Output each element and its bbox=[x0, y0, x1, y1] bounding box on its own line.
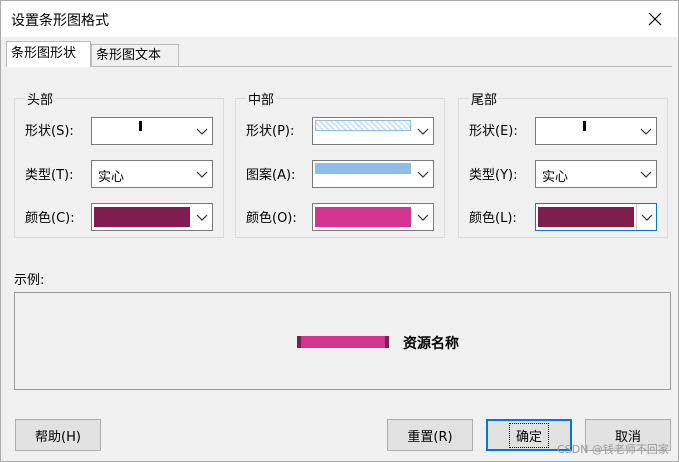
example-bar-text: 资源名称 bbox=[403, 336, 459, 352]
tail-color-dropdown-button[interactable] bbox=[636, 204, 656, 230]
tail-group: 尾部 形状(E): 类型(Y): 实心 颜色(L): bbox=[458, 89, 668, 238]
tail-group-title: 尾部 bbox=[469, 89, 500, 108]
title-bar: 设置条形图格式 bbox=[1, 1, 678, 37]
dialog-title: 设置条形图格式 bbox=[11, 13, 109, 29]
tab-panel-border bbox=[6, 66, 672, 68]
middle-color-swatch bbox=[315, 207, 411, 227]
reset-button-label: 重置(R) bbox=[407, 429, 453, 445]
head-type-select[interactable]: 实心 bbox=[91, 160, 213, 188]
head-color-select[interactable] bbox=[91, 203, 213, 231]
tail-type-select[interactable]: 实心 bbox=[535, 160, 657, 188]
watermark: CSDN @钱老师不回家 bbox=[557, 443, 669, 456]
chevron-down-icon bbox=[640, 171, 652, 178]
help-button-label: 帮助(H) bbox=[35, 429, 81, 445]
chevron-down-icon bbox=[196, 171, 208, 178]
chevron-down-icon bbox=[196, 128, 208, 135]
example-bar-tail bbox=[385, 336, 389, 348]
chevron-down-icon bbox=[640, 128, 652, 135]
chevron-down-icon bbox=[641, 214, 652, 221]
middle-shape-label: 形状(P): bbox=[246, 124, 295, 139]
middle-pattern-select[interactable] bbox=[312, 160, 434, 188]
tail-type-value: 实心 bbox=[542, 170, 569, 185]
middle-color-label: 颜色(O): bbox=[246, 211, 297, 226]
reset-button[interactable]: 重置(R) bbox=[387, 419, 473, 451]
tab-bar-shape[interactable]: 条形图形状 bbox=[6, 41, 91, 67]
head-group-title: 头部 bbox=[25, 89, 56, 108]
tail-color-select[interactable] bbox=[535, 203, 657, 231]
tail-shape-select[interactable] bbox=[535, 117, 657, 145]
chevron-down-icon bbox=[417, 171, 429, 178]
close-button[interactable] bbox=[642, 6, 668, 32]
chevron-down-icon bbox=[196, 214, 208, 221]
middle-pattern-preview bbox=[315, 163, 411, 174]
tail-type-label: 类型(Y): bbox=[469, 168, 518, 183]
example-label: 示例: bbox=[14, 273, 45, 288]
tail-shape-preview bbox=[583, 121, 586, 131]
head-type-value: 实心 bbox=[98, 170, 125, 185]
middle-shape-select[interactable] bbox=[312, 117, 434, 145]
close-icon bbox=[648, 12, 662, 26]
chevron-down-icon bbox=[417, 128, 429, 135]
ok-button-label: 确定 bbox=[508, 422, 549, 448]
middle-group-title: 中部 bbox=[246, 89, 277, 108]
middle-pattern-label: 图案(A): bbox=[246, 168, 296, 183]
example-bar bbox=[297, 336, 389, 348]
example-preview-box: 资源名称 bbox=[14, 292, 671, 390]
tail-color-label: 颜色(L): bbox=[469, 211, 517, 226]
head-color-swatch bbox=[94, 207, 190, 227]
head-group: 头部 形状(S): 类型(T): 实心 颜色(C): bbox=[14, 89, 224, 238]
example-bar-head bbox=[297, 336, 301, 348]
middle-shape-preview bbox=[315, 120, 411, 131]
head-color-label: 颜色(C): bbox=[25, 211, 75, 226]
tab-bar-text[interactable]: 条形图文本 bbox=[91, 44, 179, 67]
middle-color-select[interactable] bbox=[312, 203, 434, 231]
tail-shape-label: 形状(E): bbox=[469, 124, 518, 139]
help-button[interactable]: 帮助(H) bbox=[15, 419, 101, 451]
tail-color-swatch bbox=[538, 207, 634, 227]
middle-group: 中部 形状(P): 图案(A): 颜色(O): bbox=[235, 89, 445, 238]
head-shape-select[interactable] bbox=[91, 117, 213, 145]
head-shape-preview bbox=[139, 121, 142, 131]
head-shape-label: 形状(S): bbox=[25, 124, 74, 139]
chevron-down-icon bbox=[417, 214, 429, 221]
head-type-label: 类型(T): bbox=[25, 168, 74, 183]
format-bar-dialog: 设置条形图格式 条形图形状 条形图文本 头部 形状(S): 类型(T): 实心 … bbox=[0, 0, 679, 462]
